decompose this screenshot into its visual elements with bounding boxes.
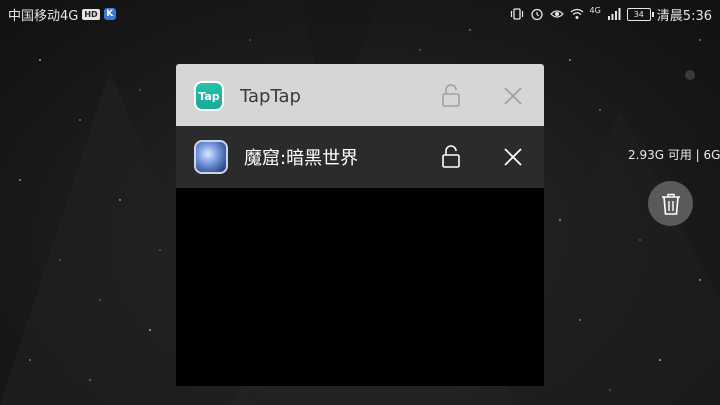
recent-app-header[interactable]: 魔窟:暗黑世界 [176,126,544,188]
battery-level: 34 [633,9,644,19]
recent-app-title: 魔窟:暗黑世界 [244,148,359,169]
alarm-icon [530,8,543,21]
recent-app-header[interactable]: Tap TapTap [176,64,544,128]
game-icon [194,140,228,174]
close-app-button[interactable] [498,81,528,111]
eye-comfort-icon [549,10,564,18]
recent-app-card-game[interactable]: 魔窟:暗黑世界 [176,126,544,386]
memory-status: 2.93G 可用 | 6G [628,148,720,162]
carrier-label: 中国移动4G [8,8,79,24]
lock-app-button[interactable] [436,142,466,172]
status-bar: 中国移动4G HD K 4G 34 清晨5:36 [0,0,720,28]
app-preview[interactable] [176,188,544,386]
close-app-button[interactable] [498,142,528,172]
k-app-icon: K [103,8,116,20]
unlock-icon [442,145,460,168]
taptap-icon-text: Tap [198,89,220,103]
status-bar-left: 中国移动4G HD K [0,5,116,24]
network-type-label: 4G [589,5,601,15]
taptap-icon: Tap [194,81,224,111]
signal-icon [607,8,621,20]
clear-all-button[interactable] [648,181,693,226]
recent-app-title: TapTap [240,85,301,107]
hd-badge: HD [82,8,100,20]
lock-app-button[interactable] [436,81,466,111]
vibrate-icon [510,8,523,20]
unlock-icon [442,84,460,107]
trash-icon [661,193,680,215]
clock: 清晨5:36 [656,8,712,24]
wifi-icon [570,8,583,19]
battery-icon: 34 [626,7,654,21]
status-bar-right: 4G 34 清晨5:36 [510,5,720,24]
close-icon [504,148,522,166]
recent-app-card-taptap[interactable]: Tap TapTap [176,64,544,128]
close-icon [504,87,522,105]
